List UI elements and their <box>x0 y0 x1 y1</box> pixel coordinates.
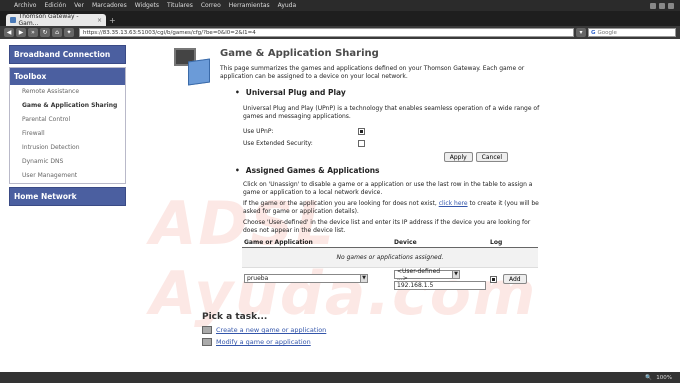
menu-edicion[interactable]: Edición <box>44 2 66 9</box>
upnp-section: • Universal Plug and Play Universal Plug … <box>235 88 552 162</box>
assigned-text-2a: If the game or the application you are l… <box>243 200 437 207</box>
assigned-title: Assigned Games & Applications <box>245 166 380 175</box>
forward-icon[interactable]: ▶ <box>16 28 26 37</box>
menu-ver[interactable]: Ver <box>74 2 84 9</box>
page-content: ADSL Ayuda.com Broadband Connection Tool… <box>0 39 680 372</box>
tab-bar: Thomson Gateway - Gam... × + <box>0 11 680 27</box>
ip-address-input[interactable]: 192.168.1.5 <box>394 281 486 290</box>
menu-marcadores[interactable]: Marcadores <box>92 2 127 9</box>
chevron-down-icon: ▼ <box>360 275 367 282</box>
maximize-icon[interactable] <box>659 2 665 9</box>
new-tab-icon[interactable]: + <box>109 16 119 26</box>
sidebar-item-firewall[interactable]: Firewall <box>10 127 125 141</box>
upnp-title: Universal Plug and Play <box>245 88 346 97</box>
reload-icon[interactable]: ↻ <box>40 28 50 37</box>
chevron-down-icon: ▼ <box>452 271 459 278</box>
status-bar: 🔍 100% <box>0 372 680 383</box>
col-game-header: Game or Application <box>242 238 392 248</box>
page-intro: This page summarizes the games and appli… <box>220 65 525 80</box>
window-controls <box>650 2 680 9</box>
empty-table-message: No games or applications assigned. <box>242 247 538 268</box>
device-select-value: <User-defined ...> <box>397 267 441 282</box>
url-text: https://83.35.13.63:51003/cgi/b/games/cf… <box>83 29 256 36</box>
sidebar-home-network[interactable]: Home Network <box>9 187 126 206</box>
back-icon[interactable]: ◀ <box>4 28 14 37</box>
close-window-icon[interactable] <box>668 2 674 9</box>
address-bar[interactable]: https://83.35.13.63:51003/cgi/b/games/cf… <box>79 28 574 37</box>
sidebar-item-remote-assistance[interactable]: Remote Assistance <box>10 85 125 99</box>
menu-archivo[interactable]: Archivo <box>14 2 36 9</box>
modify-game-link[interactable]: Modify a game or application <box>216 338 311 346</box>
game-select[interactable]: prueba ▼ <box>244 274 368 283</box>
fast-forward-icon[interactable]: » <box>28 28 38 37</box>
browser-tab[interactable]: Thomson Gateway - Gam... × <box>6 13 106 27</box>
zoom-icon: 🔍 <box>645 374 653 381</box>
menu-widgets[interactable]: Widgets <box>135 2 159 9</box>
sidebar-broadband-connection[interactable]: Broadband Connection <box>9 45 126 64</box>
use-upnp-checkbox[interactable] <box>358 127 365 135</box>
click-here-link[interactable]: click here <box>439 200 468 207</box>
assigned-section: • Assigned Games & Applications Click on … <box>235 166 552 292</box>
use-upnp-label: Use UPnP: <box>243 127 274 135</box>
pick-task-title: Pick a task... <box>202 312 268 322</box>
cancel-button[interactable]: Cancel <box>475 152 508 162</box>
task-create[interactable]: Create a new game or application <box>202 326 552 334</box>
col-log-header: Log <box>488 238 538 248</box>
menu-ayuda[interactable]: Ayuda <box>278 2 297 9</box>
minimize-icon[interactable] <box>650 2 656 9</box>
upnp-text: Universal Plug and Play (UPnP) is a tech… <box>243 105 540 120</box>
wand-icon[interactable]: ✦ <box>64 28 74 37</box>
sidebar-item-dynamic-dns[interactable]: Dynamic DNS <box>10 155 125 169</box>
main-content: Game & Application Sharing This page sum… <box>172 42 552 346</box>
computer-icon <box>172 42 212 86</box>
log-checkbox[interactable] <box>490 275 497 283</box>
col-device-header: Device <box>392 238 488 248</box>
search-placeholder: Google <box>597 29 617 36</box>
create-game-link[interactable]: Create a new game or application <box>216 326 326 334</box>
assigned-text-3: Choose 'User-defined' in the device list… <box>243 219 531 234</box>
favicon-icon <box>10 17 16 23</box>
history-dropdown-icon[interactable]: ▾ <box>576 28 586 37</box>
ip-address-value: 192.168.1.5 <box>397 282 434 289</box>
navigation-bar: ◀ ▶ » ↻ ⌂ ✦ https://83.35.13.63:51003/cg… <box>0 26 680 39</box>
add-button[interactable]: Add <box>503 274 527 284</box>
apply-button[interactable]: Apply <box>443 152 473 162</box>
google-icon: G <box>591 29 596 36</box>
page-title: Game & Application Sharing <box>220 48 379 59</box>
sidebar-item-user-management[interactable]: User Management <box>10 169 125 183</box>
sidebar: Broadband Connection Toolbox Remote Assi… <box>9 45 126 209</box>
device-select[interactable]: <User-defined ...> ▼ <box>394 267 460 282</box>
sidebar-item-intrusion-detection[interactable]: Intrusion Detection <box>10 141 125 155</box>
sidebar-item-game-sharing[interactable]: Game & Application Sharing <box>10 99 125 113</box>
browser-menubar: Archivo Edición Ver Marcadores Widgets T… <box>0 0 680 11</box>
modify-task-icon <box>202 338 212 346</box>
home-icon[interactable]: ⌂ <box>52 28 62 37</box>
game-select-value: prueba <box>247 275 269 282</box>
use-extended-security-label: Use Extended Security: <box>243 139 313 147</box>
menu-herramientas[interactable]: Herramientas <box>229 2 270 9</box>
sidebar-toolbox-header[interactable]: Toolbox <box>10 68 125 85</box>
menu-correo[interactable]: Correo <box>201 2 221 9</box>
sidebar-toolbox-group: Toolbox Remote Assistance Game & Applica… <box>9 67 126 184</box>
assigned-apps-table: Game or Application Device Log No games … <box>242 238 538 292</box>
sidebar-item-parental-control[interactable]: Parental Control <box>10 113 125 127</box>
create-task-icon <box>202 326 212 334</box>
menu-titulares[interactable]: Titulares <box>167 2 193 9</box>
zoom-level[interactable]: 100% <box>656 375 672 381</box>
task-modify[interactable]: Modify a game or application <box>202 338 552 346</box>
close-tab-icon[interactable]: × <box>97 17 102 24</box>
assigned-text-2: If the game or the application you are l… <box>243 200 543 216</box>
search-input[interactable]: G Google <box>588 28 676 37</box>
use-extended-security-checkbox[interactable] <box>358 139 365 147</box>
tab-title: Thomson Gateway - Gam... <box>18 13 79 27</box>
assigned-text-1: Click on 'Unassign' to disable a game or… <box>243 181 533 196</box>
